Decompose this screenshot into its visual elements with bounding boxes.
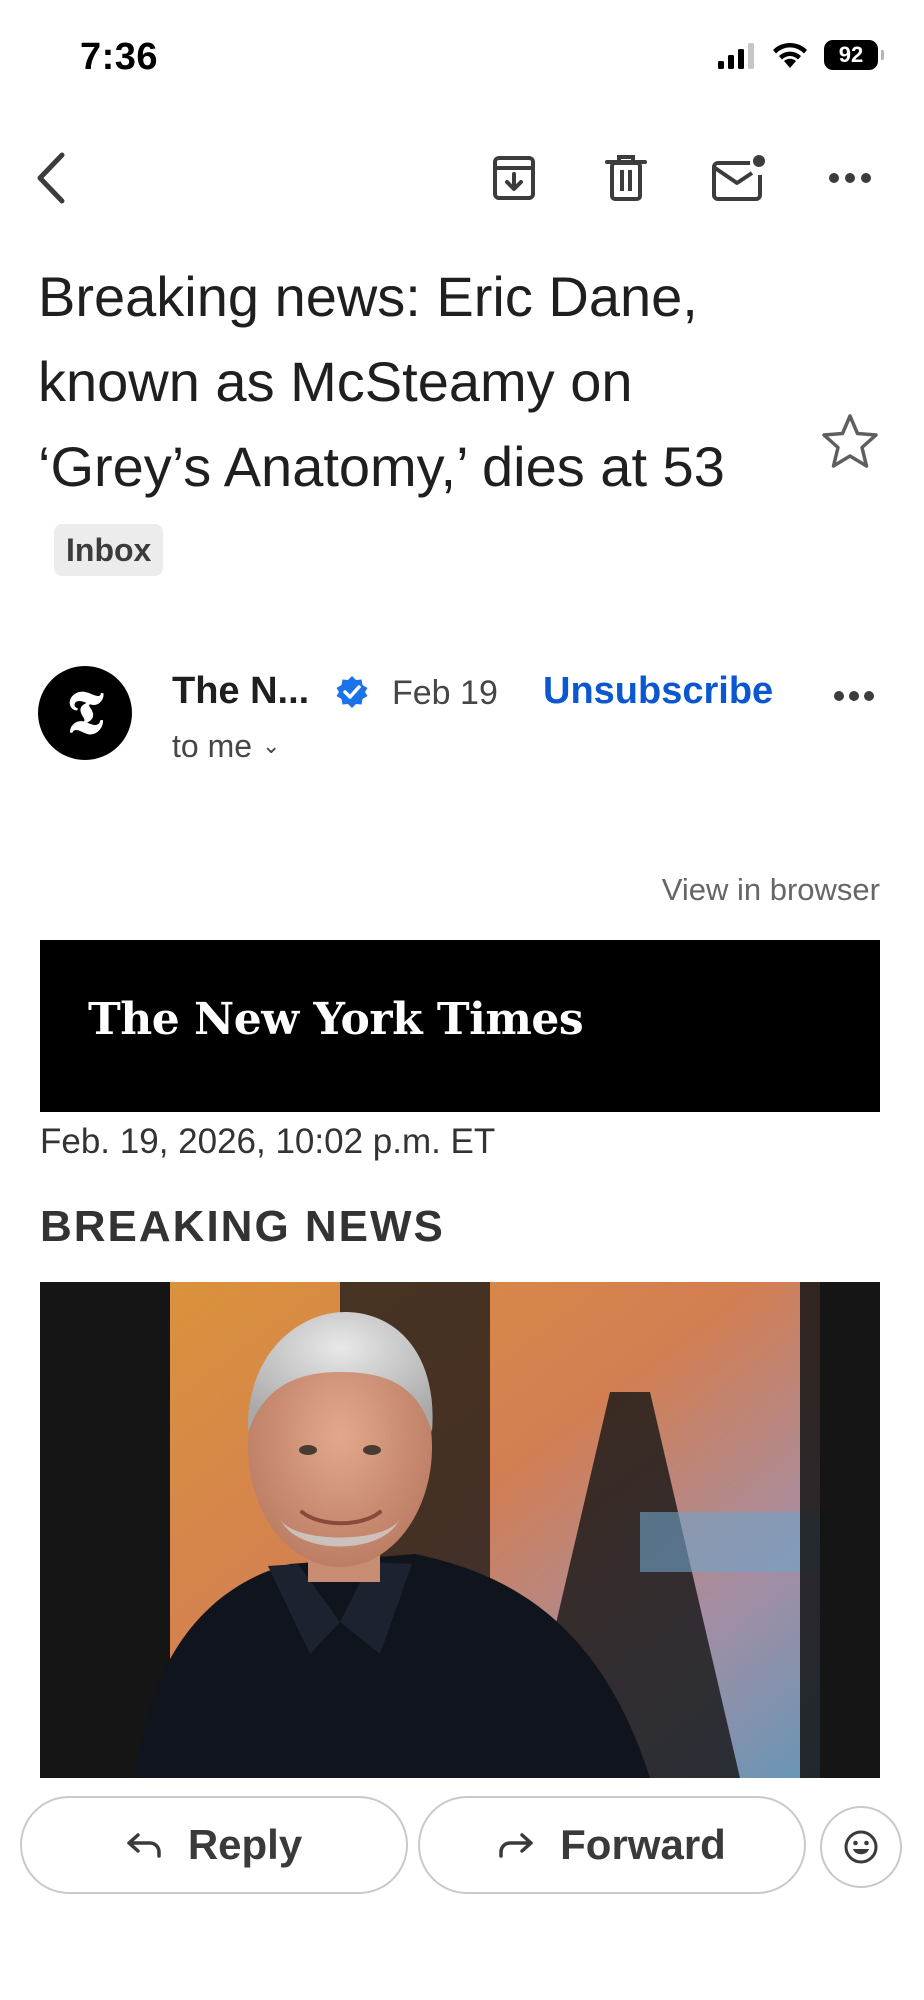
breaking-news-kicker: BREAKING NEWS bbox=[40, 1202, 445, 1251]
view-in-browser-link[interactable]: View in browser bbox=[662, 872, 880, 908]
emoji-reaction-button[interactable] bbox=[820, 1806, 902, 1888]
unsubscribe-link[interactable]: Unsubscribe bbox=[543, 670, 773, 713]
mark-unread-button[interactable] bbox=[704, 144, 772, 212]
wifi-icon bbox=[773, 42, 807, 68]
star-button[interactable] bbox=[818, 410, 882, 474]
status-icons: 92 bbox=[716, 40, 884, 70]
chevron-down-icon: ⌄ bbox=[262, 733, 281, 758]
delete-icon bbox=[605, 155, 647, 201]
nyt-logo: The New York Times bbox=[88, 994, 584, 1045]
bottom-actions: Reply Forward bbox=[0, 1792, 924, 1902]
delete-button[interactable] bbox=[592, 144, 660, 212]
email-subject: Breaking news: Eric Dane, known as McSte… bbox=[38, 254, 798, 594]
forward-label: Forward bbox=[560, 1821, 726, 1868]
nyt-masthead-banner[interactable]: The New York Times bbox=[40, 940, 880, 1112]
reply-icon bbox=[127, 1833, 161, 1858]
back-arrow-icon bbox=[37, 152, 65, 204]
email-view: 7:36 92 Breaking news: Eric Dane, known … bbox=[0, 0, 924, 2000]
star-icon bbox=[822, 414, 878, 468]
subject-text: Breaking news: Eric Dane, known as McSte… bbox=[38, 265, 725, 498]
status-time: 7:36 bbox=[80, 36, 159, 78]
more-options-button[interactable] bbox=[816, 144, 884, 212]
more-options-icon bbox=[829, 173, 871, 183]
sender-avatar[interactable]: 𝕿 bbox=[38, 666, 132, 760]
back-button[interactable] bbox=[18, 144, 86, 212]
recipient-details-toggle[interactable]: to me ⌄ bbox=[172, 728, 280, 765]
inbox-label-chip[interactable]: Inbox bbox=[54, 524, 164, 576]
more-options-icon bbox=[834, 691, 874, 701]
article-photo[interactable] bbox=[40, 1282, 880, 1778]
archive-button[interactable] bbox=[480, 144, 548, 212]
article-timestamp: Feb. 19, 2026, 10:02 p.m. ET bbox=[40, 1122, 496, 1161]
cellular-signal-icon bbox=[718, 43, 754, 69]
reply-button[interactable]: Reply bbox=[20, 1796, 408, 1894]
sender-date: Feb 19 bbox=[392, 674, 498, 712]
article-photo-image bbox=[40, 1282, 880, 1778]
forward-icon bbox=[499, 1833, 533, 1858]
email-toolbar bbox=[0, 130, 924, 226]
verified-badge-icon bbox=[336, 676, 368, 708]
archive-icon bbox=[493, 156, 535, 200]
status-bar: 7:36 92 bbox=[0, 0, 924, 120]
reply-label: Reply bbox=[187, 1821, 303, 1868]
emoji-reaction-icon bbox=[844, 1830, 878, 1864]
sender-row: 𝕿 The N... Feb 19 Unsubscribe to me ⌄ bbox=[0, 660, 924, 780]
battery-icon: 92 bbox=[824, 40, 884, 70]
recipient-text: to me bbox=[172, 728, 253, 764]
sender-more-button[interactable] bbox=[826, 668, 882, 724]
forward-button[interactable]: Forward bbox=[418, 1796, 806, 1894]
sender-name[interactable]: The N... bbox=[172, 670, 309, 713]
mark-unread-icon bbox=[712, 155, 765, 201]
